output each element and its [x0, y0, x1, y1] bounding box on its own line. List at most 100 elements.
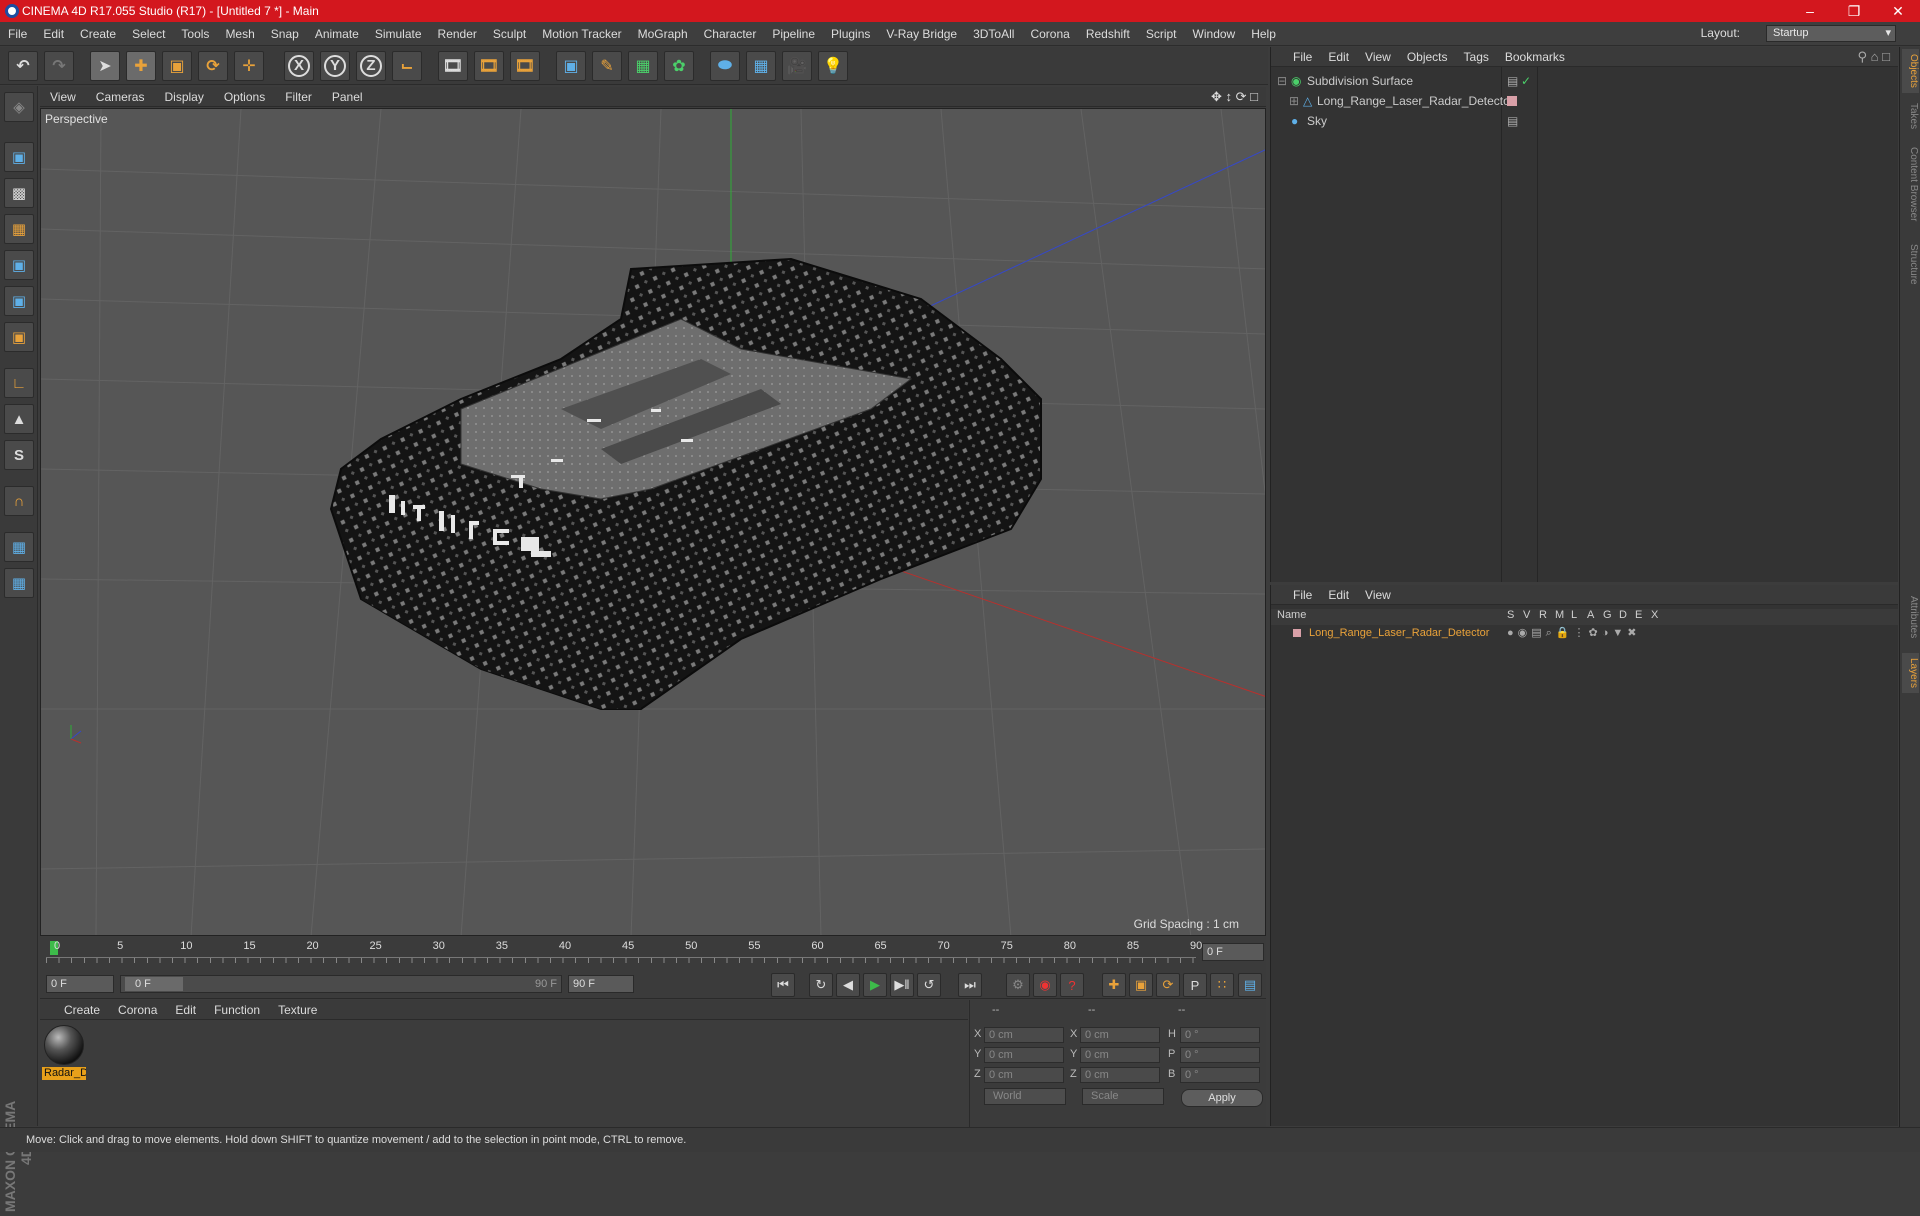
viewport-menu-panel[interactable]: Panel [322, 90, 373, 104]
snap-icon[interactable]: S [4, 440, 34, 470]
model-mode-icon[interactable]: ▣ [4, 142, 34, 172]
search-icon[interactable]: ⚲ ⌂ □ [1858, 49, 1890, 65]
layer-menu-view[interactable]: View [1357, 588, 1399, 602]
step-forward-icon[interactable]: ▶‖ [890, 973, 914, 997]
obj-menu-file[interactable]: File [1285, 50, 1320, 64]
record-keys-icon[interactable]: ⚙ [1006, 973, 1030, 997]
menu-select[interactable]: Select [124, 27, 173, 41]
subdivision-surface-icon[interactable]: ▦ [628, 51, 658, 81]
scale-tool-icon[interactable]: ▣ [162, 51, 192, 81]
column-g[interactable]: G [1603, 609, 1612, 621]
key-pla-icon[interactable]: ∷ [1210, 973, 1234, 997]
size-y-field[interactable]: 0 cm [1080, 1047, 1160, 1063]
menu-corona[interactable]: Corona [1022, 27, 1077, 41]
menu-render[interactable]: Render [430, 27, 485, 41]
polygons-mode-icon[interactable]: ▣ [4, 322, 34, 352]
rot-p-field[interactable]: 0 ° [1180, 1047, 1260, 1063]
menu-simulate[interactable]: Simulate [367, 27, 430, 41]
menu-tools[interactable]: Tools [173, 27, 217, 41]
pos-x-field[interactable]: 0 cm [984, 1027, 1064, 1043]
menu-character[interactable]: Character [696, 27, 765, 41]
minimize-icon[interactable]: – [1788, 0, 1832, 22]
tab-attributes[interactable]: Attributes [1902, 587, 1919, 647]
column-s[interactable]: S [1507, 609, 1514, 621]
planar-workplane-icon[interactable]: ▦ [4, 568, 34, 598]
collapse-icon[interactable]: ⊟ [1277, 71, 1287, 91]
3d-viewport[interactable]: Perspective Grid Spacing : 1 cm [40, 108, 1266, 936]
menu-sculpt[interactable]: Sculpt [485, 27, 534, 41]
locked-workplane-icon[interactable]: ▦ [4, 532, 34, 562]
menu-snap[interactable]: Snap [263, 27, 307, 41]
end-frame-field[interactable]: 90 F [568, 975, 634, 993]
goto-end-icon[interactable]: ⏭ [958, 973, 982, 997]
layer-menu-edit[interactable]: Edit [1320, 588, 1357, 602]
layer-row[interactable]: Long_Range_Laser_Radar_Detector ●◉▤⌕🔒⋮✿◑… [1271, 625, 1898, 641]
rotate-tool-icon[interactable]: ⟳ [198, 51, 228, 81]
menu-help[interactable]: Help [1243, 27, 1284, 41]
tab-layers[interactable]: Layers [1902, 653, 1919, 693]
tab-takes[interactable]: Takes [1902, 99, 1919, 133]
live-selection-icon[interactable]: ✛ [234, 51, 264, 81]
x-axis-lock-icon[interactable]: X [284, 51, 314, 81]
current-frame-field[interactable]: 0 F [1202, 943, 1264, 961]
menu-window[interactable]: Window [1185, 27, 1244, 41]
tab-structure[interactable]: Structure [1902, 237, 1919, 291]
expand-icon[interactable]: ⊞ [1289, 91, 1299, 111]
size-z-field[interactable]: 0 cm [1080, 1067, 1160, 1083]
column-r[interactable]: R [1539, 609, 1547, 621]
tab-objects[interactable]: Objects [1902, 49, 1919, 93]
light-icon[interactable]: 💡 [818, 51, 848, 81]
size-mode-dropdown[interactable]: Scale [1082, 1088, 1164, 1105]
restore-icon[interactable]: ❐ [1832, 0, 1876, 22]
layer-name[interactable]: Long_Range_Laser_Radar_Detector [1309, 625, 1489, 641]
visibility-toggle-icon[interactable]: ▤ [1507, 111, 1518, 131]
timeline-window-icon[interactable]: ▤ [1238, 973, 1262, 997]
key-scale-icon[interactable]: ▣ [1129, 973, 1153, 997]
camera-icon[interactable]: 🎥 [782, 51, 812, 81]
column-d[interactable]: D [1619, 609, 1627, 621]
frame-range-slider[interactable]: 0 F 90 F [120, 975, 562, 993]
material-menu-edit[interactable]: Edit [166, 1003, 205, 1017]
goto-start-icon[interactable]: ⏮ [771, 973, 795, 997]
menu-animate[interactable]: Animate [307, 27, 367, 41]
y-axis-lock-icon[interactable]: Y [320, 51, 350, 81]
column-name[interactable]: Name [1277, 609, 1306, 621]
menu-mograph[interactable]: MoGraph [630, 27, 696, 41]
visibility-toggle-icon[interactable]: ▤ [1507, 71, 1518, 91]
column-v[interactable]: V [1523, 609, 1530, 621]
points-mode-icon[interactable]: ▣ [4, 250, 34, 280]
coordinate-space-dropdown[interactable]: World [984, 1088, 1066, 1105]
pos-y-field[interactable]: 0 cm [984, 1047, 1064, 1063]
material-menu-create[interactable]: Create [40, 1003, 109, 1017]
apply-button[interactable]: Apply [1181, 1089, 1263, 1107]
layer-menu-file[interactable]: File [1285, 588, 1320, 602]
column-l[interactable]: L [1571, 609, 1577, 621]
render-picture-viewer-icon[interactable]: 🎞 [474, 51, 504, 81]
coordinate-system-icon[interactable]: ⌙ [392, 51, 422, 81]
render-view-icon[interactable]: 🎞 [438, 51, 468, 81]
menu-mesh[interactable]: Mesh [217, 27, 262, 41]
viewport-menu-filter[interactable]: Filter [275, 90, 322, 104]
spline-pen-icon[interactable]: ✎ [592, 51, 622, 81]
keyframe-selection-icon[interactable]: ? [1060, 973, 1084, 997]
object-row-subdivision-surface[interactable]: ⊟ ◉ Subdivision Surface ▤ ✓ [1271, 71, 1898, 91]
select-tool-icon[interactable]: ➤ [90, 51, 120, 81]
magnet-icon[interactable]: ∩ [4, 486, 34, 516]
axis-mode-icon[interactable]: ∟ [4, 368, 34, 398]
column-a[interactable]: A [1587, 609, 1594, 621]
render-settings-icon[interactable]: 🎞 [510, 51, 540, 81]
viewport-menu-display[interactable]: Display [154, 90, 213, 104]
texture-mode-icon[interactable]: ▩ [4, 178, 34, 208]
move-tool-icon[interactable]: ✚ [126, 51, 156, 81]
menu-vray-bridge[interactable]: V-Ray Bridge [878, 27, 965, 41]
material-menu-texture[interactable]: Texture [269, 1003, 326, 1017]
material-preview-ball[interactable] [44, 1025, 84, 1065]
column-e[interactable]: E [1635, 609, 1642, 621]
menu-pipeline[interactable]: Pipeline [764, 27, 823, 41]
start-frame-field[interactable]: 0 F [46, 975, 114, 993]
key-parameter-icon[interactable]: P [1183, 973, 1207, 997]
rot-h-field[interactable]: 0 ° [1180, 1027, 1260, 1043]
obj-menu-tags[interactable]: Tags [1456, 50, 1497, 64]
column-x[interactable]: X [1651, 609, 1658, 621]
goto-next-keyframe-icon[interactable]: ↺ [917, 973, 941, 997]
